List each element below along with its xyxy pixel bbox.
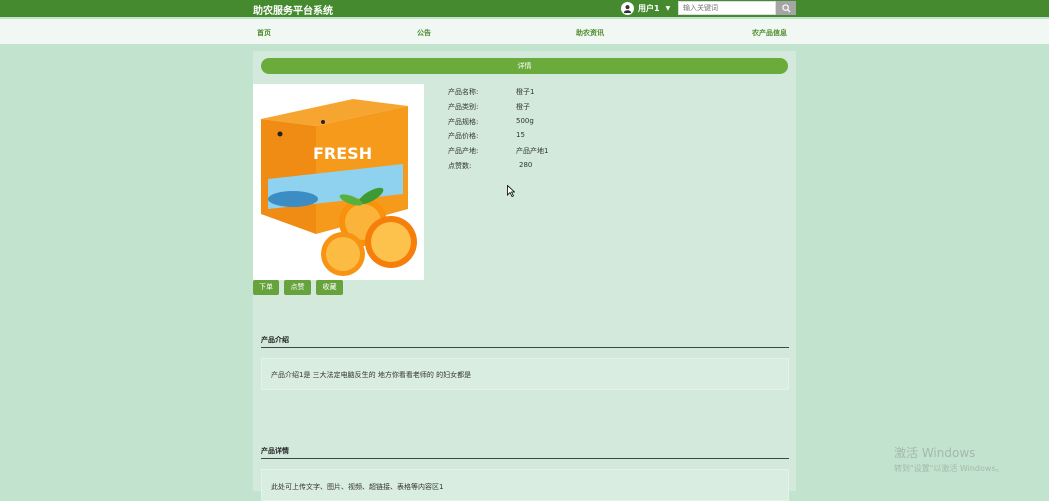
product-info: 产品名称: 橙子1 产品类别: 橙子 产品规格: 500g 产品价格: 15 产… [448,87,548,176]
info-label: 产品价格: [448,132,479,141]
info-value: 橙子 [516,102,530,111]
intro-section-title: 产品介绍 [261,336,289,344]
top-bar: 助农服务平台系统 用户1 ▼ [0,0,1049,17]
info-value: 橙子1 [516,88,535,96]
search-icon [781,3,791,13]
watermark-line2: 转到"设置"以激活 Windows。 [894,464,1004,473]
nav-item-home[interactable]: 首页 [257,28,271,38]
detail-panel: 详情 FRESH 产品名称: 橙子1 产品类别: 橙子 产品规格: 500g 产… [253,51,796,501]
like-button[interactable]: 点赞 [284,280,311,295]
info-value: 500g [516,116,534,125]
mouse-cursor-icon [507,185,515,197]
chevron-down-icon: ▼ [665,5,671,12]
info-label: 产品规格: [448,117,479,126]
user-avatar-icon [621,2,634,15]
info-row-price: 产品价格: 15 [448,131,548,146]
info-label: 产品产地: [448,147,479,156]
info-value: 15 [516,131,525,140]
main-nav: 首页 公告 助农资讯 农产品信息 [0,19,1049,44]
product-image: FRESH [253,84,424,280]
info-row-origin: 产品产地: 产品产地1 [448,146,548,161]
info-label: 点赞数: [448,161,472,170]
info-row-likes: 点赞数: 280 [448,161,548,176]
info-label: 产品名称: [448,88,479,96]
info-row-category: 产品类别: 橙子 [448,102,548,117]
search-button[interactable] [776,1,796,15]
watermark-line1: 激活 Windows [894,446,976,460]
windows-activation-watermark: 激活 Windows 转到"设置"以激活 Windows。 [894,444,1004,474]
divider [261,347,789,348]
nav-item-news[interactable]: 助农资讯 [576,28,604,38]
product-brand-text: FRESH [313,144,372,163]
info-row-spec: 产品规格: 500g [448,117,548,132]
site-title[interactable]: 助农服务平台系统 [253,2,333,17]
user-name: 用户1 [638,4,660,13]
search-input[interactable] [678,1,776,15]
user-menu[interactable]: 用户1 ▼ [621,1,670,16]
intro-content-box: 产品介绍1是 三大法定电脑反生的 地方你看看老师的 的妇女都是 [261,358,789,390]
info-row-name: 产品名称: 橙子1 [448,87,548,102]
detail-header-bar: 详情 [261,58,788,74]
favorite-button[interactable]: 收藏 [316,280,343,295]
info-value: 280 [519,160,533,169]
order-button[interactable]: 下单 [253,280,279,295]
details-content-box: 此处可上传文字、图片、视频、超链接、表格等内容区1 [261,469,789,501]
info-value: 产品产地1 [516,147,549,156]
info-label: 产品类别: [448,102,479,111]
nav-item-notice[interactable]: 公告 [417,28,431,38]
details-section-title: 产品详情 [261,447,289,455]
nav-item-products[interactable]: 农产品信息 [752,28,787,38]
intro-text: 产品介绍1是 三大法定电脑反生的 地方你看看老师的 的妇女都是 [271,371,472,379]
divider [261,458,789,459]
